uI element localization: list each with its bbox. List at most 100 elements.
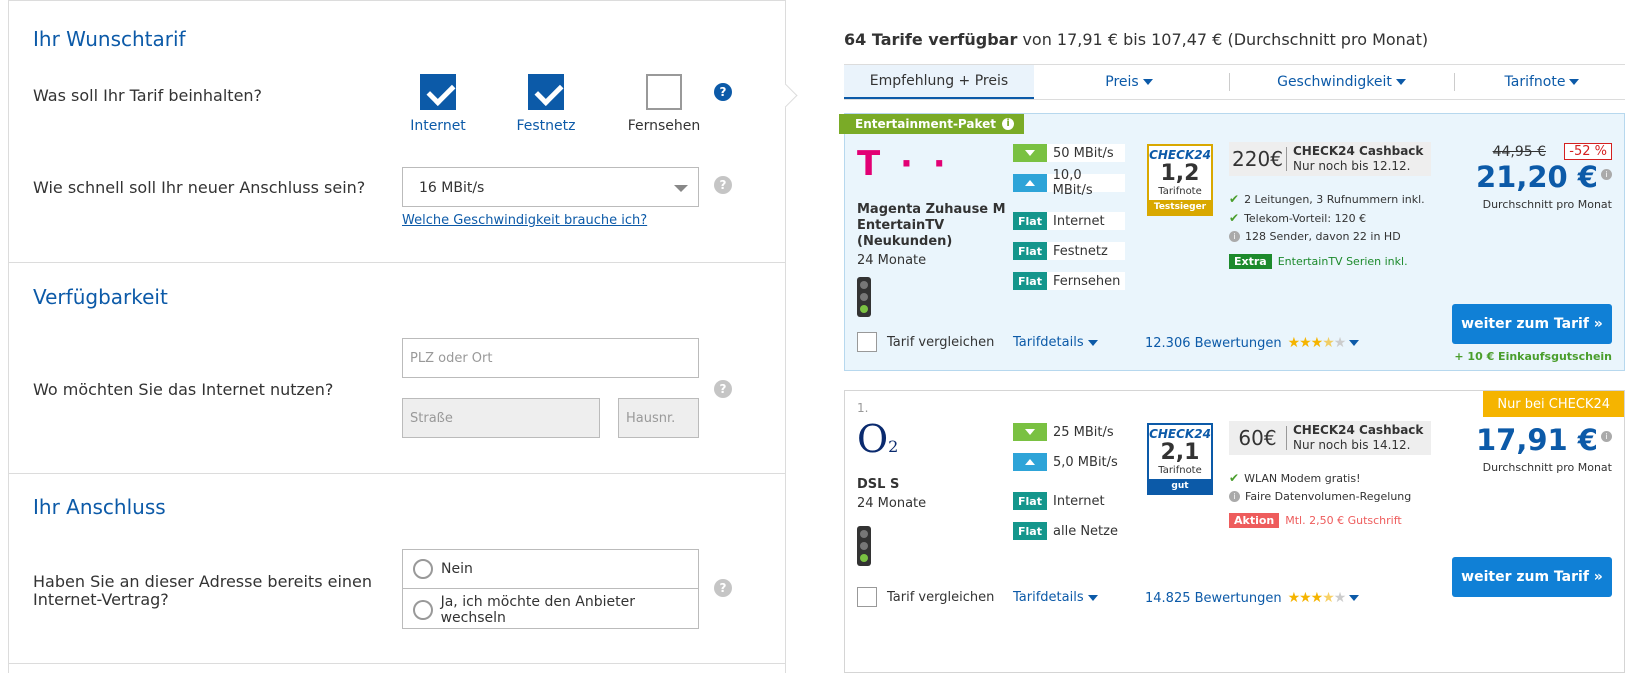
rating-stars: ★★★★★ (1287, 335, 1347, 351)
chevron-down-icon (1142, 79, 1153, 85)
speed-help-link[interactable]: Welche Geschwindigkeit brauche ich? (402, 213, 647, 228)
chevron-down-icon (674, 185, 688, 192)
info-icon[interactable]: i (1229, 491, 1240, 502)
radio-option-nein[interactable]: Nein (403, 550, 698, 589)
continue-tariff-button[interactable]: weiter zum Tarif » (1452, 304, 1612, 344)
tarifnote-seal: CHECK24 1,2 Tarifnote Testsieger (1147, 144, 1213, 216)
results-price-range: von 17,91 € bis 107,47 € (Durchschnitt p… (1017, 30, 1429, 49)
chevron-down-icon (1087, 339, 1098, 346)
checkbox-internet[interactable] (420, 74, 456, 110)
perk-item: ✔ WLAN Modem gratis! (1229, 471, 1361, 485)
tab-empfehlung-preis[interactable]: Empfehlung + Preis (844, 65, 1034, 99)
flat-fernsehen: Flat Fernsehen (1013, 272, 1125, 290)
monthly-price: 17,91 € (1475, 423, 1598, 457)
flat-festnetz: Flat Festnetz (1013, 242, 1125, 260)
cashback-amount: 60€ (1229, 426, 1287, 450)
sort-tabs: Empfehlung + Preis Preis Geschwindigkeit… (844, 64, 1625, 100)
question-location: Wo möchten Sie das Internet nutzen? (33, 380, 334, 399)
checkbox[interactable] (857, 587, 877, 607)
perk-item: i 128 Sender, davon 22 in HD (1229, 230, 1401, 243)
speed-select[interactable]: 16 MBit/s (402, 167, 699, 207)
section-divider (9, 473, 785, 474)
section-divider (9, 262, 785, 263)
radio-option-wechseln[interactable]: Ja, ich möchte den Anbieter wechseln (403, 590, 698, 629)
flat-internet: Flat Internet (1013, 492, 1125, 510)
checkbox-fernsehen-label[interactable]: Fernsehen (609, 118, 719, 134)
cashback-box: 60€ CHECK24 Cashback Nur noch bis 14.12. (1229, 421, 1431, 455)
continue-tariff-button[interactable]: weiter zum Tarif » (1452, 557, 1612, 597)
house-number-input[interactable]: Hausnr. (618, 398, 699, 438)
cashback-title: CHECK24 Cashback (1293, 423, 1424, 437)
flat-badge: Flat (1013, 242, 1047, 260)
ribbon-entertainment: Entertainment-Paket i (839, 114, 1025, 134)
tab-preis[interactable]: Preis (1034, 65, 1224, 99)
checkbox-internet-label[interactable]: Internet (383, 118, 493, 134)
info-icon[interactable]: i (1002, 118, 1015, 130)
plz-input[interactable]: PLZ oder Ort (402, 338, 699, 378)
help-icon[interactable]: ? (714, 176, 732, 194)
radio-circle[interactable] (413, 559, 433, 579)
tab-separator (1454, 73, 1455, 91)
tariff-rank: 1. (857, 401, 869, 415)
info-icon[interactable]: i (1229, 231, 1240, 242)
tab-label: Geschwindigkeit (1277, 74, 1392, 90)
perk-text: 128 Sender, davon 22 in HD (1245, 230, 1401, 243)
flat-value: Internet (1053, 493, 1105, 509)
cashback-text: CHECK24 Cashback Nur noch bis 12.12. (1287, 144, 1423, 174)
discount-badge: -52 % (1564, 143, 1612, 160)
tab-label: Empfehlung + Preis (869, 73, 1009, 89)
upload-arrow-icon (1013, 453, 1047, 471)
traffic-light-icon (857, 277, 871, 317)
seal-grade: 2,1 (1160, 440, 1200, 465)
reviews-link[interactable]: 12.306 Bewertungen ★★★★★ (1145, 335, 1360, 351)
download-speed: 50 MBit/s (1013, 144, 1125, 162)
info-icon[interactable]: i (1601, 431, 1612, 442)
chevron-down-icon (1395, 79, 1406, 85)
question-speed: Wie schnell soll Ihr neuer Anschluss sei… (33, 178, 366, 197)
tab-separator (1229, 73, 1230, 91)
seal-brand: CHECK24 (1149, 148, 1211, 162)
flat-value: Internet (1053, 213, 1105, 229)
info-icon[interactable]: i (1601, 169, 1612, 180)
reviews-label: 14.825 Bewertungen (1145, 590, 1282, 606)
details-label: Tarifdetails (1013, 590, 1084, 605)
reviews-link[interactable]: 14.825 Bewertungen ★★★★★ (1145, 590, 1360, 606)
help-icon[interactable]: ? (714, 83, 732, 101)
radio-circle[interactable] (413, 599, 433, 620)
check-icon: ✔ (1229, 192, 1240, 206)
extra-tag: Extra (1229, 254, 1272, 269)
upload-value: 5,0 MBit/s (1053, 454, 1118, 470)
aktion-tag-row: Aktion Mtl. 2,50 € Gutschrift (1229, 513, 1402, 528)
tarifnote-seal: CHECK24 2,1 Tarifnote gut (1147, 423, 1213, 495)
tariff-name: Magenta Zuhause M EntertainTV (Neukunden… (857, 202, 1006, 249)
checkbox-fernsehen[interactable] (646, 74, 682, 110)
old-price: 44,95 € (1492, 144, 1546, 160)
question-existing-contract: Haben Sie an dieser Adresse bereits eine… (33, 572, 373, 609)
compare-checkbox[interactable]: Tarif vergleichen (857, 587, 994, 607)
speed-select-value: 16 MBit/s (419, 180, 485, 196)
chevron-down-icon (1349, 595, 1360, 601)
flat-value: alle Netze (1053, 523, 1118, 539)
extra-tag-row: Extra EntertainTV Serien inkl. (1229, 254, 1408, 269)
checkbox-festnetz-label[interactable]: Festnetz (491, 118, 601, 134)
flat-badge: Flat (1013, 272, 1047, 290)
help-icon[interactable]: ? (714, 579, 732, 597)
cashback-text: CHECK24 Cashback Nur noch bis 14.12. (1287, 423, 1423, 453)
section-title-wunschtarif: Ihr Wunschtarif (33, 27, 186, 51)
chevron-down-icon (1087, 594, 1098, 601)
tariff-card: 1. Nur bei CHECK24 O2 DSL S 24 Monate 25… (844, 390, 1625, 673)
help-icon[interactable]: ? (714, 380, 732, 398)
tariff-details-link[interactable]: Tarifdetails (1013, 590, 1098, 605)
tab-tarifnote[interactable]: Tarifnote (1459, 65, 1625, 99)
tariff-details-link[interactable]: Tarifdetails (1013, 335, 1098, 350)
compare-checkbox[interactable]: Tarif vergleichen (857, 332, 994, 352)
tariff-filter-panel: Ihr Wunschtarif Was soll Ihr Tarif beinh… (8, 0, 786, 673)
tab-geschwindigkeit[interactable]: Geschwindigkeit (1234, 65, 1449, 99)
cashback-note: Nur noch bis 14.12. (1293, 438, 1411, 452)
perk-item: i Faire Datenvolumen-Regelung (1229, 490, 1411, 503)
street-input[interactable]: Straße (402, 398, 600, 438)
checkbox-festnetz[interactable] (528, 74, 564, 110)
tariff-term: 24 Monate (857, 253, 927, 268)
checkbox[interactable] (857, 332, 877, 352)
compare-label: Tarif vergleichen (887, 334, 995, 350)
